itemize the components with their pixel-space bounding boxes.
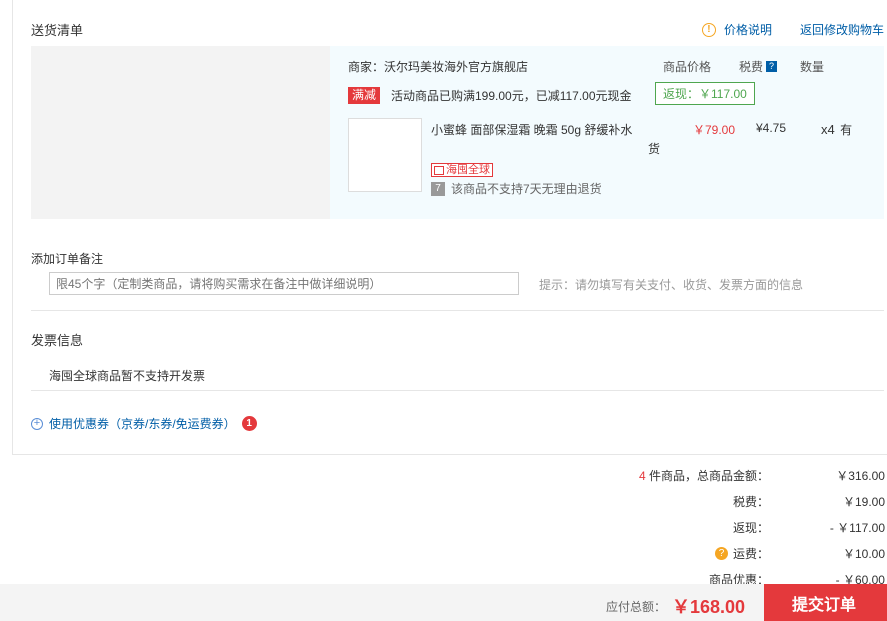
promo-text: 活动商品已购满199.00元，已减117.00元现金	[391, 89, 632, 103]
product-qty: x4 有	[821, 121, 852, 138]
invoice-title: 发票信息	[31, 333, 84, 348]
summary-tax-row: 税费： ￥19.00	[585, 493, 885, 509]
summary-shipping-value: ￥10.00	[842, 547, 885, 561]
remark-title: 添加订单备注	[31, 252, 104, 266]
use-coupon-toggle[interactable]: + 使用优惠券（京券/东券/免运费券） 1	[31, 415, 257, 432]
summary-tax-value: ￥19.00	[842, 495, 885, 509]
shop-name: 商家：沃尔玛美妆海外官方旗舰店	[348, 60, 529, 74]
info-icon: !	[701, 22, 716, 37]
summary-total-row: 4 件商品，总商品金额： ￥316.00	[585, 467, 885, 483]
summary-shipping-row: ? 运费： ￥10.00	[585, 545, 885, 561]
product-thumbnail[interactable]	[348, 118, 422, 192]
pay-total-label: 应付总额：	[606, 600, 667, 614]
submit-order-button[interactable]: 提交订单	[764, 584, 887, 621]
col-price-header: 商品价格	[663, 60, 712, 74]
haitao-icon	[434, 165, 444, 175]
no-return-text: 该商品不支持7天无理由退货	[451, 182, 602, 196]
col-tax-label: 税费	[739, 60, 764, 74]
summary-count-suffix: 件商品，总商品金额：	[645, 469, 769, 483]
summary-tax-label: 税费：	[732, 495, 769, 509]
shipping-help-icon[interactable]: ?	[714, 547, 728, 560]
back-to-cart-link[interactable]: 返回修改购物车	[800, 21, 884, 38]
delivery-top-links: ! 价格说明 返回修改购物车	[701, 21, 884, 38]
summary-item-count: 4	[638, 469, 646, 483]
goods-detail: 商家：沃尔玛美妆海外官方旗舰店 商品价格 税费 ? 数量 满减 活动商品已购满1…	[330, 46, 884, 219]
summary-total-value: ￥316.00	[836, 469, 885, 483]
coupon-label[interactable]: 使用优惠券（京券/东券/免运费券）	[49, 415, 236, 432]
product-name-tail: 货	[648, 142, 661, 156]
shipping-label-text: 运费：	[732, 547, 769, 561]
product-name[interactable]: 小蜜蜂 面部保湿霜 晚霜 50g 舒缓补水	[431, 121, 632, 138]
pay-total-value: ￥168.00	[672, 597, 746, 617]
remark-hint: 提示：请勿填写有关支付、收货、发票方面的信息	[539, 278, 804, 292]
rebate-badge: 返现：￥117.00	[655, 82, 755, 105]
goods-area: 商家：沃尔玛美妆海外官方旗舰店 商品价格 税费 ? 数量 满减 活动商品已购满1…	[31, 46, 884, 219]
product-tax: ¥4.75	[756, 121, 787, 135]
stock-status: 有	[840, 123, 853, 137]
invoice-text: 海囤全球商品暂不支持开发票	[49, 369, 206, 383]
col-tax-header: 税费 ?	[739, 58, 778, 75]
summary-total-label: 4 件商品，总商品金额：	[639, 467, 769, 484]
summary-rebate-label: 返现：	[732, 521, 769, 535]
haitao-tag-label: 海囤全球	[446, 164, 490, 176]
divider	[31, 390, 884, 391]
product-price: ￥79.00	[693, 123, 736, 137]
price-info-link[interactable]: 价格说明	[724, 21, 772, 38]
delivery-title: 送货清单	[31, 23, 84, 38]
expand-plus-icon: +	[31, 417, 43, 430]
no-7day-return-icon: 7	[431, 181, 445, 196]
col-qty-header: 数量	[800, 60, 825, 74]
divider	[31, 310, 884, 311]
remark-input[interactable]	[49, 272, 519, 295]
help-icon[interactable]: ?	[766, 61, 778, 72]
qty-value: x4	[821, 122, 835, 137]
no-return-notice: 7 该商品不支持7天无理由退货	[431, 180, 602, 197]
checkout-footer: 应付总额： ￥168.00 提交订单	[0, 584, 887, 621]
summary-rebate-value: - ￥117.00	[829, 521, 885, 535]
promo-tag: 满减	[348, 87, 381, 104]
haitao-tag: 海囤全球	[431, 163, 493, 177]
summary-rebate-row: 返现： - ￥117.00	[585, 519, 885, 535]
summary-shipping-label: ? 运费：	[714, 545, 769, 562]
coupon-count-badge: 1	[241, 416, 257, 431]
